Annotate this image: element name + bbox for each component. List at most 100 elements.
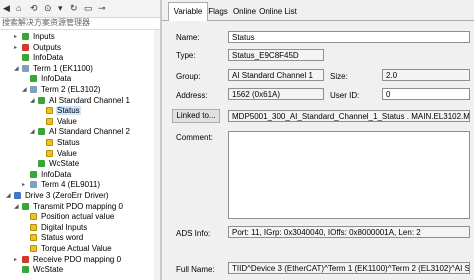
- expand-toggle-icon[interactable]: ▸: [14, 32, 22, 42]
- blue-variable-icon: [14, 192, 21, 199]
- tree-item[interactable]: Status: [38, 106, 81, 116]
- green-variable-icon: [30, 75, 37, 83]
- ads-info-field: Port: 11, IGrp: 0x3040040, IOffs: 0x8000…: [228, 226, 470, 238]
- green-variable-icon: [38, 160, 45, 168]
- tree-item[interactable]: ▸ Inputs: [14, 32, 56, 42]
- tree-item[interactable]: ◢ Drive 3 (ZeroErr Driver): [6, 191, 110, 201]
- green-variable-icon: [38, 96, 45, 104]
- green-variable-icon: [22, 54, 29, 62]
- yellow-variable-icon: [46, 149, 53, 157]
- tree-item-label: InfoData: [33, 53, 64, 63]
- type-label: Type:: [176, 51, 196, 60]
- expand-toggle-icon[interactable]: ◢: [6, 191, 14, 201]
- tree-item[interactable]: InfoData: [22, 170, 72, 180]
- refresh-icon[interactable]: ↻: [70, 2, 78, 14]
- tree-item-label: Position actual value: [41, 212, 115, 222]
- tree-item[interactable]: Status: [38, 138, 81, 148]
- device-variable-icon: [30, 181, 37, 189]
- tree-item[interactable]: InfoData: [22, 74, 72, 84]
- green-variable-icon: [22, 266, 29, 274]
- expand-toggle-icon[interactable]: ◢: [30, 127, 38, 137]
- tree-item-label: InfoData: [41, 74, 72, 84]
- tree-item-label: Inputs: [33, 32, 55, 41]
- tree-item-label: Term 4 (EL9011): [41, 180, 100, 190]
- group-label: Group:: [176, 72, 201, 81]
- tree-item-label: Status: [57, 138, 80, 147]
- tab-online-list[interactable]: Online List: [259, 3, 297, 20]
- tree-item[interactable]: Torque Actual Value: [22, 244, 113, 254]
- tree-item[interactable]: ◢ Term 1 (EK1100): [14, 64, 94, 74]
- tree-item[interactable]: Digital Inputs: [22, 223, 88, 233]
- explorer-search-input[interactable]: 搜索解决方案资源管理器: [0, 17, 160, 30]
- user-id-label: User ID:: [330, 91, 360, 100]
- tree-item[interactable]: Status word: [22, 233, 84, 243]
- tree-item-label: Value: [57, 116, 77, 126]
- tree-item[interactable]: WcState: [30, 159, 80, 169]
- size-field: 2.0: [382, 69, 470, 81]
- home-icon[interactable]: ⌂: [16, 2, 21, 14]
- solution-explorer-panel: ◀ ⌂ ⟲ ⊙ ▾ ↻ ▭ ⊸ 搜索解决方案资源管理器 ▸ Inputs ▸ Outp…: [0, 0, 160, 280]
- tab-flags[interactable]: Flags: [206, 3, 230, 20]
- tree-item[interactable]: ◢ AI Standard Channel 2: [30, 127, 131, 137]
- tree-item[interactable]: ◢ AI Standard Channel 1: [30, 96, 131, 106]
- yellow-variable-icon: [30, 213, 37, 221]
- expand-toggle-icon[interactable]: ◢: [14, 64, 22, 74]
- comment-textarea[interactable]: [228, 131, 470, 219]
- green-variable-icon: [30, 170, 37, 178]
- expand-toggle-icon[interactable]: ▸: [14, 255, 22, 265]
- name-field[interactable]: Status: [228, 31, 470, 43]
- tab-variable[interactable]: Variable: [168, 2, 208, 22]
- green-variable-icon: [22, 33, 29, 40]
- pin-icon[interactable]: ⊸: [98, 2, 106, 14]
- tab-online[interactable]: Online: [231, 3, 258, 20]
- tree-item-label: Receive PDO mapping 0: [33, 254, 122, 264]
- tree-item-label: Drive 3 (ZeroErr Driver): [25, 191, 109, 200]
- tree-item[interactable]: ▸ Term 4 (EL9011): [22, 180, 101, 190]
- yellow-variable-icon: [46, 107, 53, 115]
- tree-item[interactable]: InfoData: [14, 53, 64, 63]
- tree-item-label: InfoData: [41, 169, 72, 179]
- expand-toggle-icon[interactable]: ◢: [14, 202, 22, 212]
- expand-toggle-icon[interactable]: ▸: [14, 43, 22, 53]
- tree-item-label: Term 2 (EL3102): [41, 85, 101, 94]
- linked-to-button[interactable]: Linked to...: [172, 109, 220, 123]
- tree-item-label: Value: [57, 148, 77, 158]
- green-variable-icon: [22, 202, 29, 210]
- expand-toggle-icon[interactable]: ▸: [22, 180, 30, 190]
- tree-item-label: Status: [56, 106, 81, 116]
- variable-tab-panel: Name: Status Type: Status_E9C8F45D Group…: [162, 21, 474, 280]
- user-id-field[interactable]: 0: [382, 88, 470, 100]
- yellow-variable-icon: [30, 223, 37, 231]
- red-variable-icon: [22, 255, 29, 263]
- full-name-label: Full Name:: [176, 265, 215, 274]
- tree-item-label: WcState: [49, 159, 80, 169]
- sync-icon[interactable]: ⟲: [30, 2, 38, 14]
- name-label: Name:: [176, 33, 200, 42]
- yellow-variable-icon: [30, 234, 37, 242]
- tree-item[interactable]: Position actual value: [22, 212, 115, 222]
- expand-toggle-icon[interactable]: ◢: [30, 96, 38, 106]
- explorer-toolbar: ◀ ⌂ ⟲ ⊙ ▾ ↻ ▭ ⊸: [0, 0, 160, 18]
- properties-panel: Variable Flags Online Online List Name: …: [162, 0, 474, 280]
- tree-item[interactable]: ◢ Transmit PDO mapping 0: [14, 202, 124, 212]
- tree-item-label: Torque Actual Value: [41, 244, 112, 253]
- comment-label: Comment:: [176, 133, 213, 142]
- red-variable-icon: [22, 43, 29, 51]
- expand-toggle-icon[interactable]: ◢: [22, 85, 30, 95]
- ads-info-label: ADS Info:: [176, 229, 211, 238]
- history-icon[interactable]: ⊙: [44, 2, 52, 14]
- tree-item[interactable]: ▸ Outputs: [14, 43, 62, 53]
- full-name-field: TIID^Device 3 (EtherCAT)^Term 1 (EK1100)…: [228, 262, 470, 274]
- tree-item[interactable]: Value: [38, 149, 78, 159]
- tree-item[interactable]: WcState: [14, 265, 64, 275]
- tree-item[interactable]: ▸ Receive PDO mapping 0: [14, 255, 122, 265]
- size-label: Size:: [330, 72, 348, 81]
- tree-item[interactable]: Value: [38, 117, 78, 127]
- back-icon[interactable]: ◀: [3, 2, 10, 14]
- linked-to-field: MDP5001_300_AI_Standard_Channel_1_Status…: [228, 110, 470, 122]
- collapse-icon[interactable]: ▭: [84, 2, 93, 14]
- dropdown-icon[interactable]: ▾: [58, 2, 63, 14]
- tree-item-label: Digital Inputs: [41, 222, 88, 232]
- tree-item-label: Status word: [41, 233, 84, 243]
- tree-item[interactable]: ◢ Term 2 (EL3102): [22, 85, 102, 95]
